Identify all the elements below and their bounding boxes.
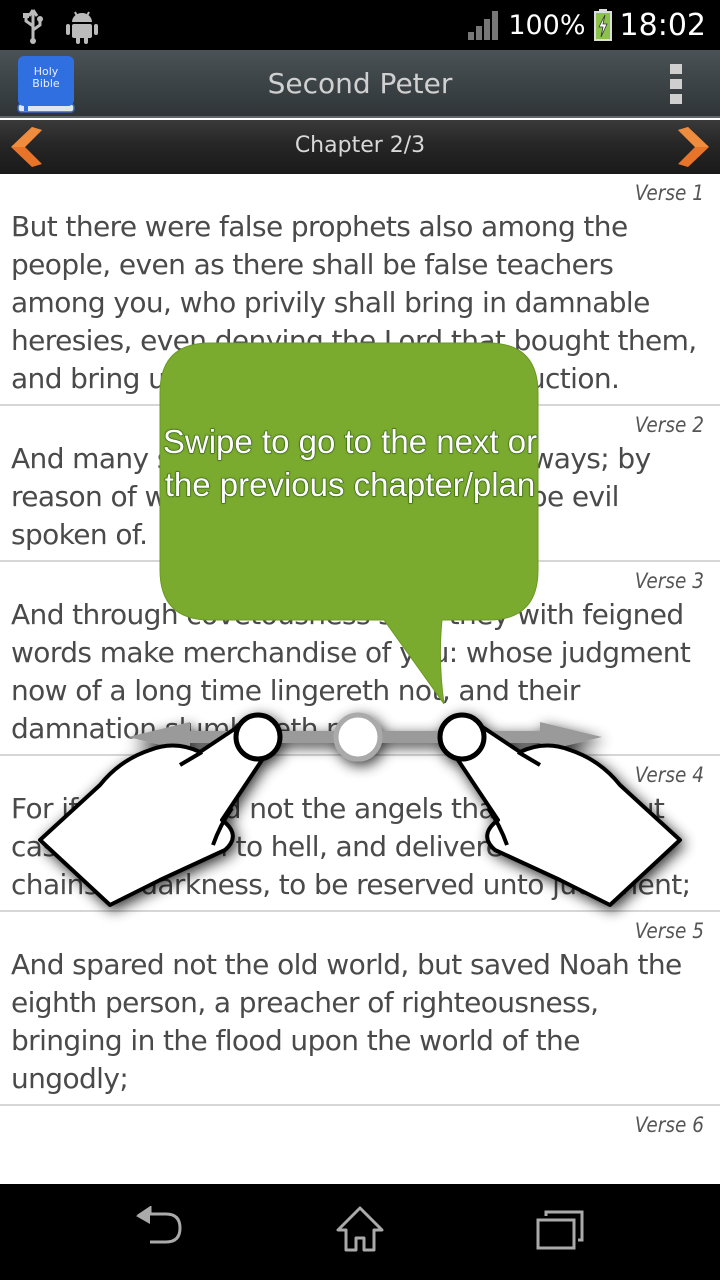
verse-item[interactable]: Verse 4 For if God spared not the angels… bbox=[0, 756, 720, 912]
action-bar: Holy Bible Second Peter bbox=[0, 50, 720, 118]
verse-label: Verse 1 bbox=[634, 181, 704, 205]
usb-icon bbox=[23, 9, 43, 44]
verse-item[interactable]: Verse 3 And through covetousness shall t… bbox=[0, 562, 720, 756]
back-icon[interactable] bbox=[130, 1206, 190, 1256]
signal-icon bbox=[468, 11, 499, 40]
verse-label: Verse 6 bbox=[634, 1113, 704, 1137]
page-title: Second Peter bbox=[267, 67, 453, 100]
verse-text: And through covetousness shall they with… bbox=[11, 598, 691, 745]
verse-label: Verse 4 bbox=[634, 763, 704, 787]
verse-text: And many shall follow their pernicious w… bbox=[11, 442, 651, 551]
system-nav-bar bbox=[0, 1184, 720, 1280]
android-icon bbox=[66, 11, 98, 44]
verse-label: Verse 5 bbox=[634, 919, 704, 943]
chevron-right-icon[interactable] bbox=[670, 124, 714, 170]
verse-text: But there were false prophets also among… bbox=[11, 210, 697, 395]
status-bar: 100% 18:02 bbox=[0, 0, 720, 50]
verse-label: Verse 3 bbox=[634, 569, 704, 593]
verse-list[interactable]: Verse 1 But there were false prophets al… bbox=[0, 174, 720, 1184]
chapter-label: Chapter 2/3 bbox=[294, 133, 426, 158]
recent-apps-icon[interactable] bbox=[530, 1206, 590, 1256]
chapter-bar: Chapter 2/3 bbox=[0, 120, 720, 174]
home-icon[interactable] bbox=[330, 1206, 390, 1256]
verse-text: For if God spared not the angels that si… bbox=[11, 792, 691, 901]
verse-item[interactable]: Verse 2 And many shall follow their pern… bbox=[0, 406, 720, 562]
verse-text bbox=[11, 1140, 704, 1146]
battery-percent: 100% bbox=[508, 9, 586, 41]
verse-item[interactable]: Verse 6 bbox=[0, 1106, 720, 1146]
clock: 18:02 bbox=[619, 7, 706, 43]
battery-charging-icon bbox=[593, 9, 612, 41]
verse-text: And spared not the old world, but saved … bbox=[11, 948, 682, 1095]
verse-item[interactable]: Verse 5 And spared not the old world, bu… bbox=[0, 912, 720, 1106]
overflow-menu-icon[interactable] bbox=[670, 64, 684, 104]
verse-label: Verse 2 bbox=[634, 413, 704, 437]
verse-item[interactable]: Verse 1 But there were false prophets al… bbox=[0, 174, 720, 406]
